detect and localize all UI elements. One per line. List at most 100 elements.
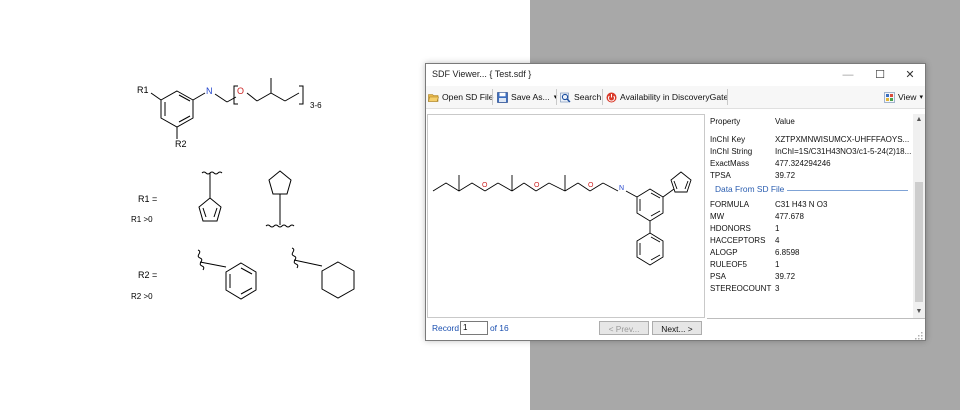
record-number-input[interactable]: 1 [460, 321, 488, 335]
toolbar-separator [492, 89, 493, 105]
scroll-down-icon[interactable]: ▼ [913, 306, 925, 318]
property-key: HACCEPTORS [710, 236, 766, 245]
close-button[interactable]: ✕ [894, 64, 926, 86]
oxygen-atom: O [534, 182, 540, 189]
property-key: ExactMass [710, 159, 750, 168]
prev-button[interactable]: < Prev... [599, 321, 649, 335]
property-key: HDONORS [710, 224, 751, 233]
property-value: 1 [775, 260, 780, 269]
record-total-label: of 16 [490, 323, 509, 333]
property-key: STEREOCOUNT [710, 284, 772, 293]
save-as-button[interactable]: Save As... ▾ [497, 89, 557, 105]
property-value: 1 [775, 224, 780, 233]
cyclohexane-ring [321, 261, 355, 299]
section-title: Data From SD File [715, 184, 788, 194]
cyclopentane-ring [268, 170, 292, 195]
window-title: SDF Viewer... { Test.sdf } [432, 69, 532, 79]
property-row[interactable]: HDONORS 1 [707, 223, 912, 235]
property-row[interactable]: InChI String InChI=1S/C31H43NO3/c1-5-24(… [707, 146, 912, 158]
nitrogen-atom: N [619, 185, 624, 192]
section-header[interactable]: Data From SD File [707, 184, 912, 196]
property-key: InChI String [710, 147, 753, 156]
property-value: XZTPXMNWISUMCX-UHFFFAOYS... [775, 135, 910, 144]
resize-grip-icon[interactable] [915, 332, 923, 340]
minimize-button[interactable]: — [832, 64, 864, 86]
oxygen-atom: O [482, 182, 488, 189]
property-scrollbar[interactable]: ▲ ▼ [913, 114, 925, 318]
property-value: 39.72 [775, 272, 796, 281]
toolbar-separator [602, 89, 603, 105]
property-row[interactable]: FORMULA C31 H43 N O3 [707, 199, 912, 211]
property-row[interactable]: HACCEPTORS 4 [707, 235, 912, 247]
property-row[interactable]: ALOGP 6.8598 [707, 247, 912, 259]
nitrogen-atom: N [206, 86, 213, 96]
next-button[interactable]: Next... > [652, 321, 702, 335]
property-row[interactable]: PSA 39.72 [707, 271, 912, 283]
view-button[interactable]: View ▾ [884, 89, 923, 105]
sdf-viewer-window: SDF Viewer... { Test.sdf } — ☐ ✕ Open SD… [425, 63, 926, 341]
r1-condition: R1 >0 [131, 215, 153, 224]
attachment-wavy-line [197, 249, 205, 271]
attachment-wavy-line [265, 224, 295, 228]
oxygen-atom: O [588, 182, 594, 189]
save-disk-icon [497, 91, 508, 103]
r2-label: R2 [175, 139, 187, 149]
oxygen-atom: O [237, 86, 244, 96]
property-row[interactable]: TPSA 39.72 [707, 170, 912, 182]
scroll-thumb[interactable] [915, 182, 923, 302]
toolbar-separator [556, 89, 557, 105]
open-sd-file-label: Open SD File [442, 92, 494, 102]
toolbar: Open SD File Save As... ▾ Search [426, 86, 925, 109]
search-label: Search [574, 92, 602, 102]
property-value: 477.324294246 [775, 159, 831, 168]
property-row[interactable]: ExactMass 477.324294246 [707, 158, 912, 170]
availability-label: Availability in DiscoveryGate [620, 92, 729, 102]
property-value: 39.72 [775, 171, 796, 180]
r1-label: R1 [137, 85, 149, 95]
property-key: RULEOF5 [710, 260, 747, 269]
r2-definition-label: R2 = [138, 270, 157, 280]
property-key: TPSA [710, 171, 731, 180]
property-row[interactable]: RULEOF5 1 [707, 259, 912, 271]
maximize-button[interactable]: ☐ [864, 64, 896, 86]
structure-preview-pane[interactable]: O O O N [427, 114, 705, 318]
availability-button[interactable]: Availability in DiscoveryGate [606, 89, 728, 105]
open-sd-file-button[interactable]: Open SD File [428, 89, 494, 105]
property-key: MW [710, 212, 725, 221]
folder-open-icon [428, 93, 439, 102]
search-icon [560, 92, 571, 102]
toolbar-separator [727, 89, 728, 105]
description-box [707, 318, 925, 338]
property-row[interactable]: MW 477.678 [707, 211, 912, 223]
property-key: FORMULA [710, 200, 750, 209]
property-value: 3 [775, 284, 780, 293]
title-bar[interactable]: SDF Viewer... { Test.sdf } — ☐ ✕ [426, 64, 925, 86]
property-grid-header: Property Value [707, 116, 912, 128]
property-value: 6.8598 [775, 248, 800, 257]
scroll-up-icon[interactable]: ▲ [913, 114, 925, 126]
property-column-header: Property [710, 117, 741, 126]
record-navigation: Record 1 of 16 < Prev... Next... > [427, 318, 705, 338]
dropdown-arrow-icon: ▾ [919, 94, 923, 101]
r2-condition: R2 >0 [131, 292, 153, 301]
property-key: ALOGP [710, 248, 738, 257]
property-value: InChI=1S/C31H43NO3/c1-5-24(2)18... [775, 147, 912, 156]
property-row[interactable]: STEREOCOUNT 3 [707, 283, 912, 295]
benzene-ring [636, 188, 664, 222]
record-label: Record [432, 323, 459, 333]
cyclopentadiene-ring [198, 197, 222, 222]
molecule-drawing: O O O N [432, 171, 692, 266]
value-column-header: Value [775, 117, 795, 126]
phenyl-ring [636, 232, 664, 266]
save-as-label: Save As... [511, 92, 550, 102]
property-row[interactable]: InChI Key XZTPXMNWISUMCX-UHFFFAOYS... [707, 134, 912, 146]
property-value: 477.678 [775, 212, 804, 221]
property-key: InChI Key [710, 135, 746, 144]
attachment-wavy-line [291, 247, 299, 269]
view-label: View [898, 92, 917, 102]
property-key: PSA [710, 272, 727, 281]
property-grid[interactable]: Property Value InChI Key XZTPXMNWISUMCX-… [707, 114, 912, 318]
search-button[interactable]: Search [560, 89, 601, 105]
attachment-wavy-line [201, 171, 223, 175]
property-value: C31 H43 N O3 [775, 200, 828, 209]
